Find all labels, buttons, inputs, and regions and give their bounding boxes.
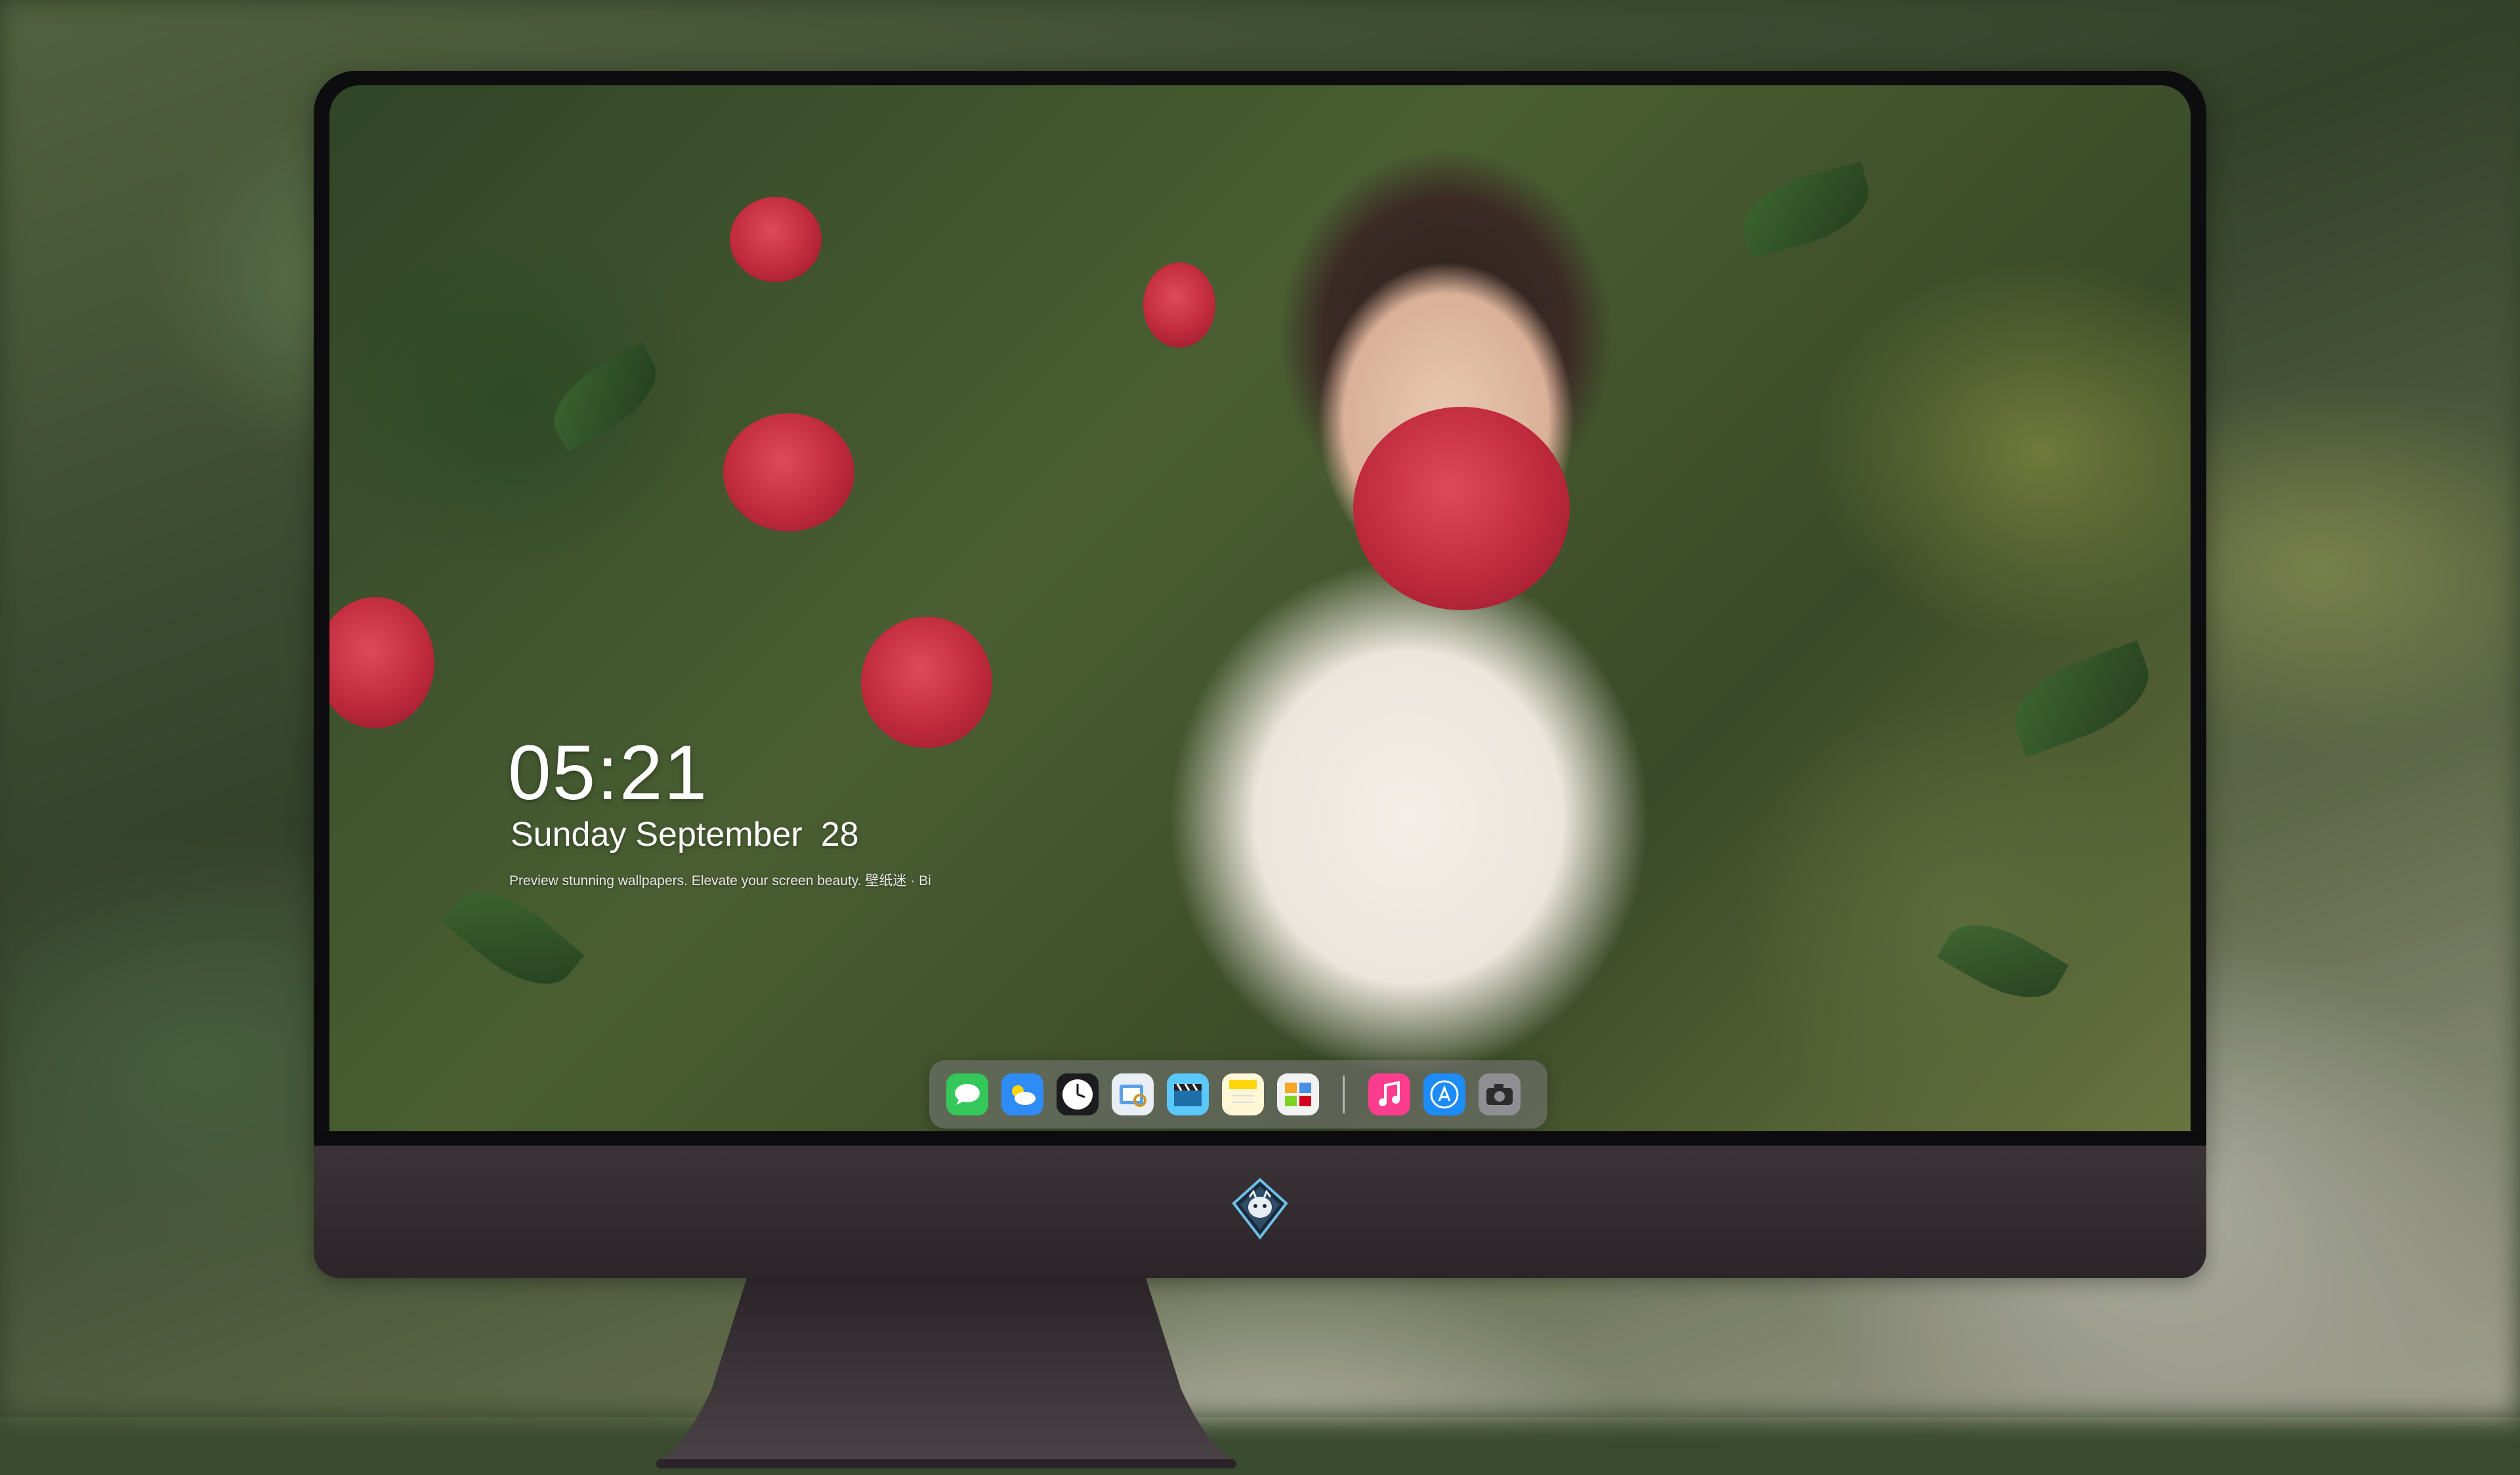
- dock: [929, 1060, 1547, 1129]
- camellia-flower: [1353, 407, 1570, 610]
- dragon-badge-icon: [1228, 1177, 1292, 1240]
- app-store-icon[interactable]: [1423, 1073, 1465, 1115]
- preview-icon[interactable]: [1112, 1073, 1154, 1115]
- music-icon[interactable]: [1368, 1073, 1410, 1115]
- dock-separator: [1343, 1075, 1345, 1113]
- camera-icon[interactable]: [1479, 1073, 1521, 1115]
- notes-icon[interactable]: [1222, 1073, 1264, 1115]
- camellia-flower: [1143, 262, 1215, 348]
- messages-icon[interactable]: [946, 1073, 988, 1115]
- wallpaper-screen: 05:21 Sunday September 28 Preview stunni…: [329, 85, 2191, 1131]
- monitor: 05:21 Sunday September 28 Preview stunni…: [314, 71, 2206, 1468]
- camellia-flower: [723, 413, 854, 531]
- date-day: 28: [820, 816, 859, 854]
- weather-icon[interactable]: [1001, 1073, 1043, 1115]
- date-month: September: [635, 816, 803, 854]
- wallpaper-tagline: Preview stunning wallpapers. Elevate you…: [509, 873, 931, 888]
- camellia-flower: [730, 197, 822, 282]
- date-weekday: Sunday: [511, 816, 627, 854]
- camellia-flower: [861, 617, 992, 748]
- leaf: [1937, 906, 2069, 1016]
- leaf: [2001, 640, 2162, 758]
- clips-icon[interactable]: [1167, 1073, 1209, 1115]
- clock-icon[interactable]: [1057, 1073, 1099, 1115]
- leaf: [1734, 161, 1878, 259]
- lockscreen-time: 05:21: [508, 730, 709, 816]
- camellia-flower: [329, 597, 434, 728]
- leaf: [442, 871, 585, 1006]
- photo-booth-icon[interactable]: [1277, 1073, 1319, 1115]
- leaf: [539, 342, 671, 452]
- monitor-stand: [656, 1278, 1236, 1468]
- monitor-bezel: 05:21 Sunday September 28 Preview stunni…: [314, 71, 2206, 1146]
- lockscreen-date: Sunday September 28: [511, 815, 859, 854]
